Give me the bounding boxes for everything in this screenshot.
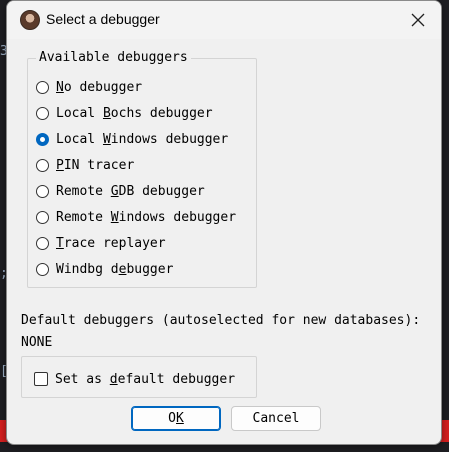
set-default-label: Set as default debugger — [55, 371, 236, 387]
debugger-option[interactable]: Remote GDB debugger — [36, 181, 205, 201]
debugger-option-label: Local Windows debugger — [56, 131, 229, 147]
debugger-option-label: PIN tracer — [56, 157, 135, 173]
set-default-checkbox[interactable] — [34, 372, 48, 386]
debugger-option[interactable]: Local Bochs debugger — [36, 103, 213, 123]
cancel-label: Cancel — [252, 411, 300, 426]
debugger-option-radio[interactable] — [36, 184, 49, 198]
ok-label: OK — [168, 411, 184, 426]
debugger-option[interactable]: No debugger — [36, 77, 142, 97]
debugger-option-label: No debugger — [56, 79, 143, 95]
debugger-option-label: Remote GDB debugger — [56, 183, 205, 199]
default-debuggers-label: Default debuggers (autoselected for new … — [21, 313, 421, 328]
debugger-option-radio[interactable] — [36, 132, 49, 146]
close-icon — [411, 13, 425, 27]
debugger-option[interactable]: Local Windows debugger — [36, 129, 228, 149]
debugger-option-radio[interactable] — [36, 80, 49, 94]
select-debugger-dialog: Select a debugger Available debuggers No… — [6, 0, 442, 445]
debugger-option-label: Trace replayer — [56, 235, 166, 251]
set-default-checkbox-row[interactable]: Set as default debugger — [34, 369, 235, 389]
dialog-titlebar: Select a debugger — [7, 1, 441, 39]
available-debuggers-legend: Available debuggers — [36, 50, 191, 65]
debugger-option-label: Windbg debugger — [56, 261, 174, 277]
debugger-option-radio[interactable] — [36, 236, 49, 250]
app-avatar-icon — [20, 10, 40, 30]
debugger-option[interactable]: Windbg debugger — [36, 259, 173, 279]
debugger-option-label: Local Bochs debugger — [56, 105, 213, 121]
dialog-title: Select a debugger — [46, 11, 160, 27]
debugger-option[interactable]: Trace replayer — [36, 233, 166, 253]
debugger-option-radio[interactable] — [36, 262, 49, 276]
debugger-option-radio[interactable] — [36, 106, 49, 120]
debugger-option[interactable]: PIN tracer — [36, 155, 134, 175]
set-default-group: Set as default debugger — [21, 356, 257, 398]
default-debuggers-value: NONE — [21, 335, 53, 350]
debugger-option-radio[interactable] — [36, 158, 49, 172]
debugger-option-label: Remote Windows debugger — [56, 209, 237, 225]
debugger-option-radio[interactable] — [36, 210, 49, 224]
close-button[interactable] — [395, 1, 441, 39]
available-debuggers-group: Available debuggers No debugger Local Boc… — [27, 50, 257, 288]
debugger-option[interactable]: Remote Windows debugger — [36, 207, 236, 227]
ok-button[interactable]: OK — [131, 406, 221, 431]
cancel-button[interactable]: Cancel — [231, 406, 321, 431]
